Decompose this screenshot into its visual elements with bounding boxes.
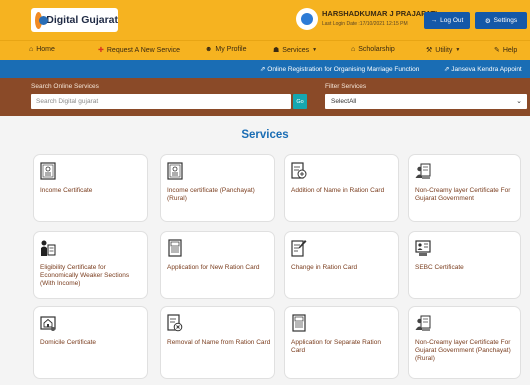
service-card[interactable]: Application for Separate Ration Card	[284, 306, 399, 379]
search-label: Search Online Services	[31, 83, 99, 90]
chevron-down-icon: ⌄	[516, 98, 522, 105]
logo-icon	[35, 11, 49, 29]
service-card[interactable]: Income certificate (Panchayat) (Rural)	[160, 154, 275, 222]
service-card[interactable]: Application for New Ration Card	[160, 231, 275, 299]
service-card-label: Eligibility Certificate for Economically…	[40, 264, 130, 287]
user-icon	[301, 13, 313, 25]
logo[interactable]: Digital Gujarat	[31, 8, 118, 32]
last-login: Last Login Date :17/10/2021 12:15 PM	[322, 21, 408, 27]
janseva-kendra-link[interactable]: ⇗ Janseva Kendra Appoint	[444, 65, 522, 73]
graduation-cap-icon: ⌂	[351, 46, 356, 53]
service-card[interactable]: Change in Ration Card	[284, 231, 399, 299]
home-icon: ⌂	[29, 46, 34, 53]
service-card-label: Application for New Ration Card	[167, 264, 260, 271]
service-card[interactable]: SEBC Certificate	[408, 231, 521, 299]
search-input[interactable]	[31, 94, 291, 109]
service-card-label: Change in Ration Card	[291, 264, 358, 271]
services-title: Services	[241, 129, 289, 141]
nav-utility[interactable]: ⚒ Utility ▼	[426, 46, 461, 55]
service-card[interactable]: Non-Creamy layer Certificate For Gujarat…	[408, 306, 521, 379]
nav-services-label: Services	[282, 46, 310, 54]
go-button[interactable]: Go	[293, 94, 307, 109]
house-certificate-icon	[40, 314, 56, 332]
nav-help-label: Help	[502, 46, 518, 54]
filter-label: Filter Services	[325, 83, 367, 90]
external-link-icon: ⇗	[260, 66, 266, 73]
nav-my-profile-label: My Profile	[215, 46, 247, 53]
nav-request-service[interactable]: ✚ Request A New Service	[98, 46, 181, 55]
chevron-down-icon: ▼	[455, 47, 461, 53]
marriage-registration-label: Online Registration for Organising Marri…	[267, 66, 420, 73]
announcement-strip: ⇗ Online Registration for Organising Mar…	[0, 60, 530, 78]
marriage-registration-link[interactable]: ⇗ Online Registration for Organising Mar…	[260, 65, 419, 73]
logo-text: Digital Gujarat	[46, 14, 118, 26]
certificate-icon	[40, 162, 56, 180]
service-card-label: Application for Separate Ration Card	[291, 339, 381, 354]
service-card[interactable]: Eligibility Certificate for Economically…	[33, 231, 148, 299]
user-name: HARSHADKUMAR J PRAJAPATI	[322, 9, 438, 18]
edit-document-icon	[291, 239, 307, 257]
people-icon: ☗	[273, 47, 280, 54]
service-card[interactable]: Non-Creamy layer Certificate For Gujarat…	[408, 154, 521, 222]
nav-help[interactable]: ✎ Help	[494, 46, 518, 55]
people-document-icon	[415, 314, 431, 332]
main-nav: ⌂ Home ✚ Request A New Service ☻ My Prof…	[0, 40, 530, 60]
gear-icon: ⚙	[484, 17, 491, 25]
people-document-icon	[415, 162, 431, 180]
remove-document-icon	[167, 314, 183, 332]
pen-icon: ✎	[494, 47, 500, 54]
service-card[interactable]: Income Certificate	[33, 154, 148, 222]
user-icon: ☻	[205, 46, 213, 53]
service-card[interactable]: Removal of Name from Ration Card	[160, 306, 275, 379]
header: Digital Gujarat HARSHADKUMAR J PRAJAPATI…	[0, 0, 530, 40]
nav-home-label: Home	[36, 46, 55, 53]
user-avatar[interactable]	[296, 8, 318, 30]
logout-button[interactable]: → Log Out	[424, 12, 470, 29]
search-band: Search Online Services Go Filter Service…	[0, 78, 530, 116]
filter-select[interactable]: SelectAll ⌄	[325, 94, 527, 109]
book-icon	[167, 239, 183, 257]
settings-label: Settings	[493, 17, 518, 24]
person-document-icon	[40, 239, 56, 257]
nav-services[interactable]: ☗ Services ▼	[273, 46, 318, 55]
settings-button[interactable]: ⚙ Settings	[475, 12, 527, 29]
filter-selected-value: SelectAll	[331, 98, 357, 105]
service-card-label: Income Certificate	[40, 187, 93, 194]
nav-scholarship-label: Scholarship	[358, 46, 395, 53]
nav-utility-label: Utility	[435, 46, 453, 54]
logout-label: Log Out	[440, 17, 464, 24]
logout-icon: →	[430, 17, 438, 24]
services-section: Services Income Certificate Income certif…	[0, 116, 530, 385]
service-card-label: Income certificate (Panchayat) (Rural)	[167, 187, 255, 202]
service-card[interactable]: Addition of Name in Ration Card	[284, 154, 399, 222]
external-link-icon: ⇗	[444, 66, 450, 73]
nav-home[interactable]: ⌂ Home	[29, 46, 55, 53]
id-card-icon	[415, 239, 431, 257]
tools-icon: ⚒	[426, 47, 433, 54]
service-card-label: Non-Creamy layer Certificate For Gujarat…	[415, 339, 511, 362]
service-card-label: Non-Creamy layer Certificate For Gujarat…	[415, 187, 511, 202]
plus-icon: ✚	[98, 47, 104, 54]
service-card-label: Addition of Name in Ration Card	[291, 187, 385, 194]
service-card-label: Removal of Name from Ration Card	[167, 339, 271, 346]
certificate-icon	[167, 162, 183, 180]
nav-request-service-label: Request A New Service	[106, 46, 181, 54]
book-icon	[291, 314, 307, 332]
service-card-label: Domicile Certificate	[40, 339, 96, 346]
service-card[interactable]: Domicile Certificate	[33, 306, 148, 379]
nav-scholarship[interactable]: ⌂ Scholarship	[351, 46, 395, 53]
chevron-down-icon: ▼	[312, 47, 318, 53]
nav-my-profile[interactable]: ☻ My Profile	[205, 46, 247, 53]
service-card-label: SEBC Certificate	[415, 264, 464, 271]
janseva-kendra-label: Janseva Kendra Appoint	[451, 66, 522, 73]
add-document-icon	[291, 162, 307, 180]
